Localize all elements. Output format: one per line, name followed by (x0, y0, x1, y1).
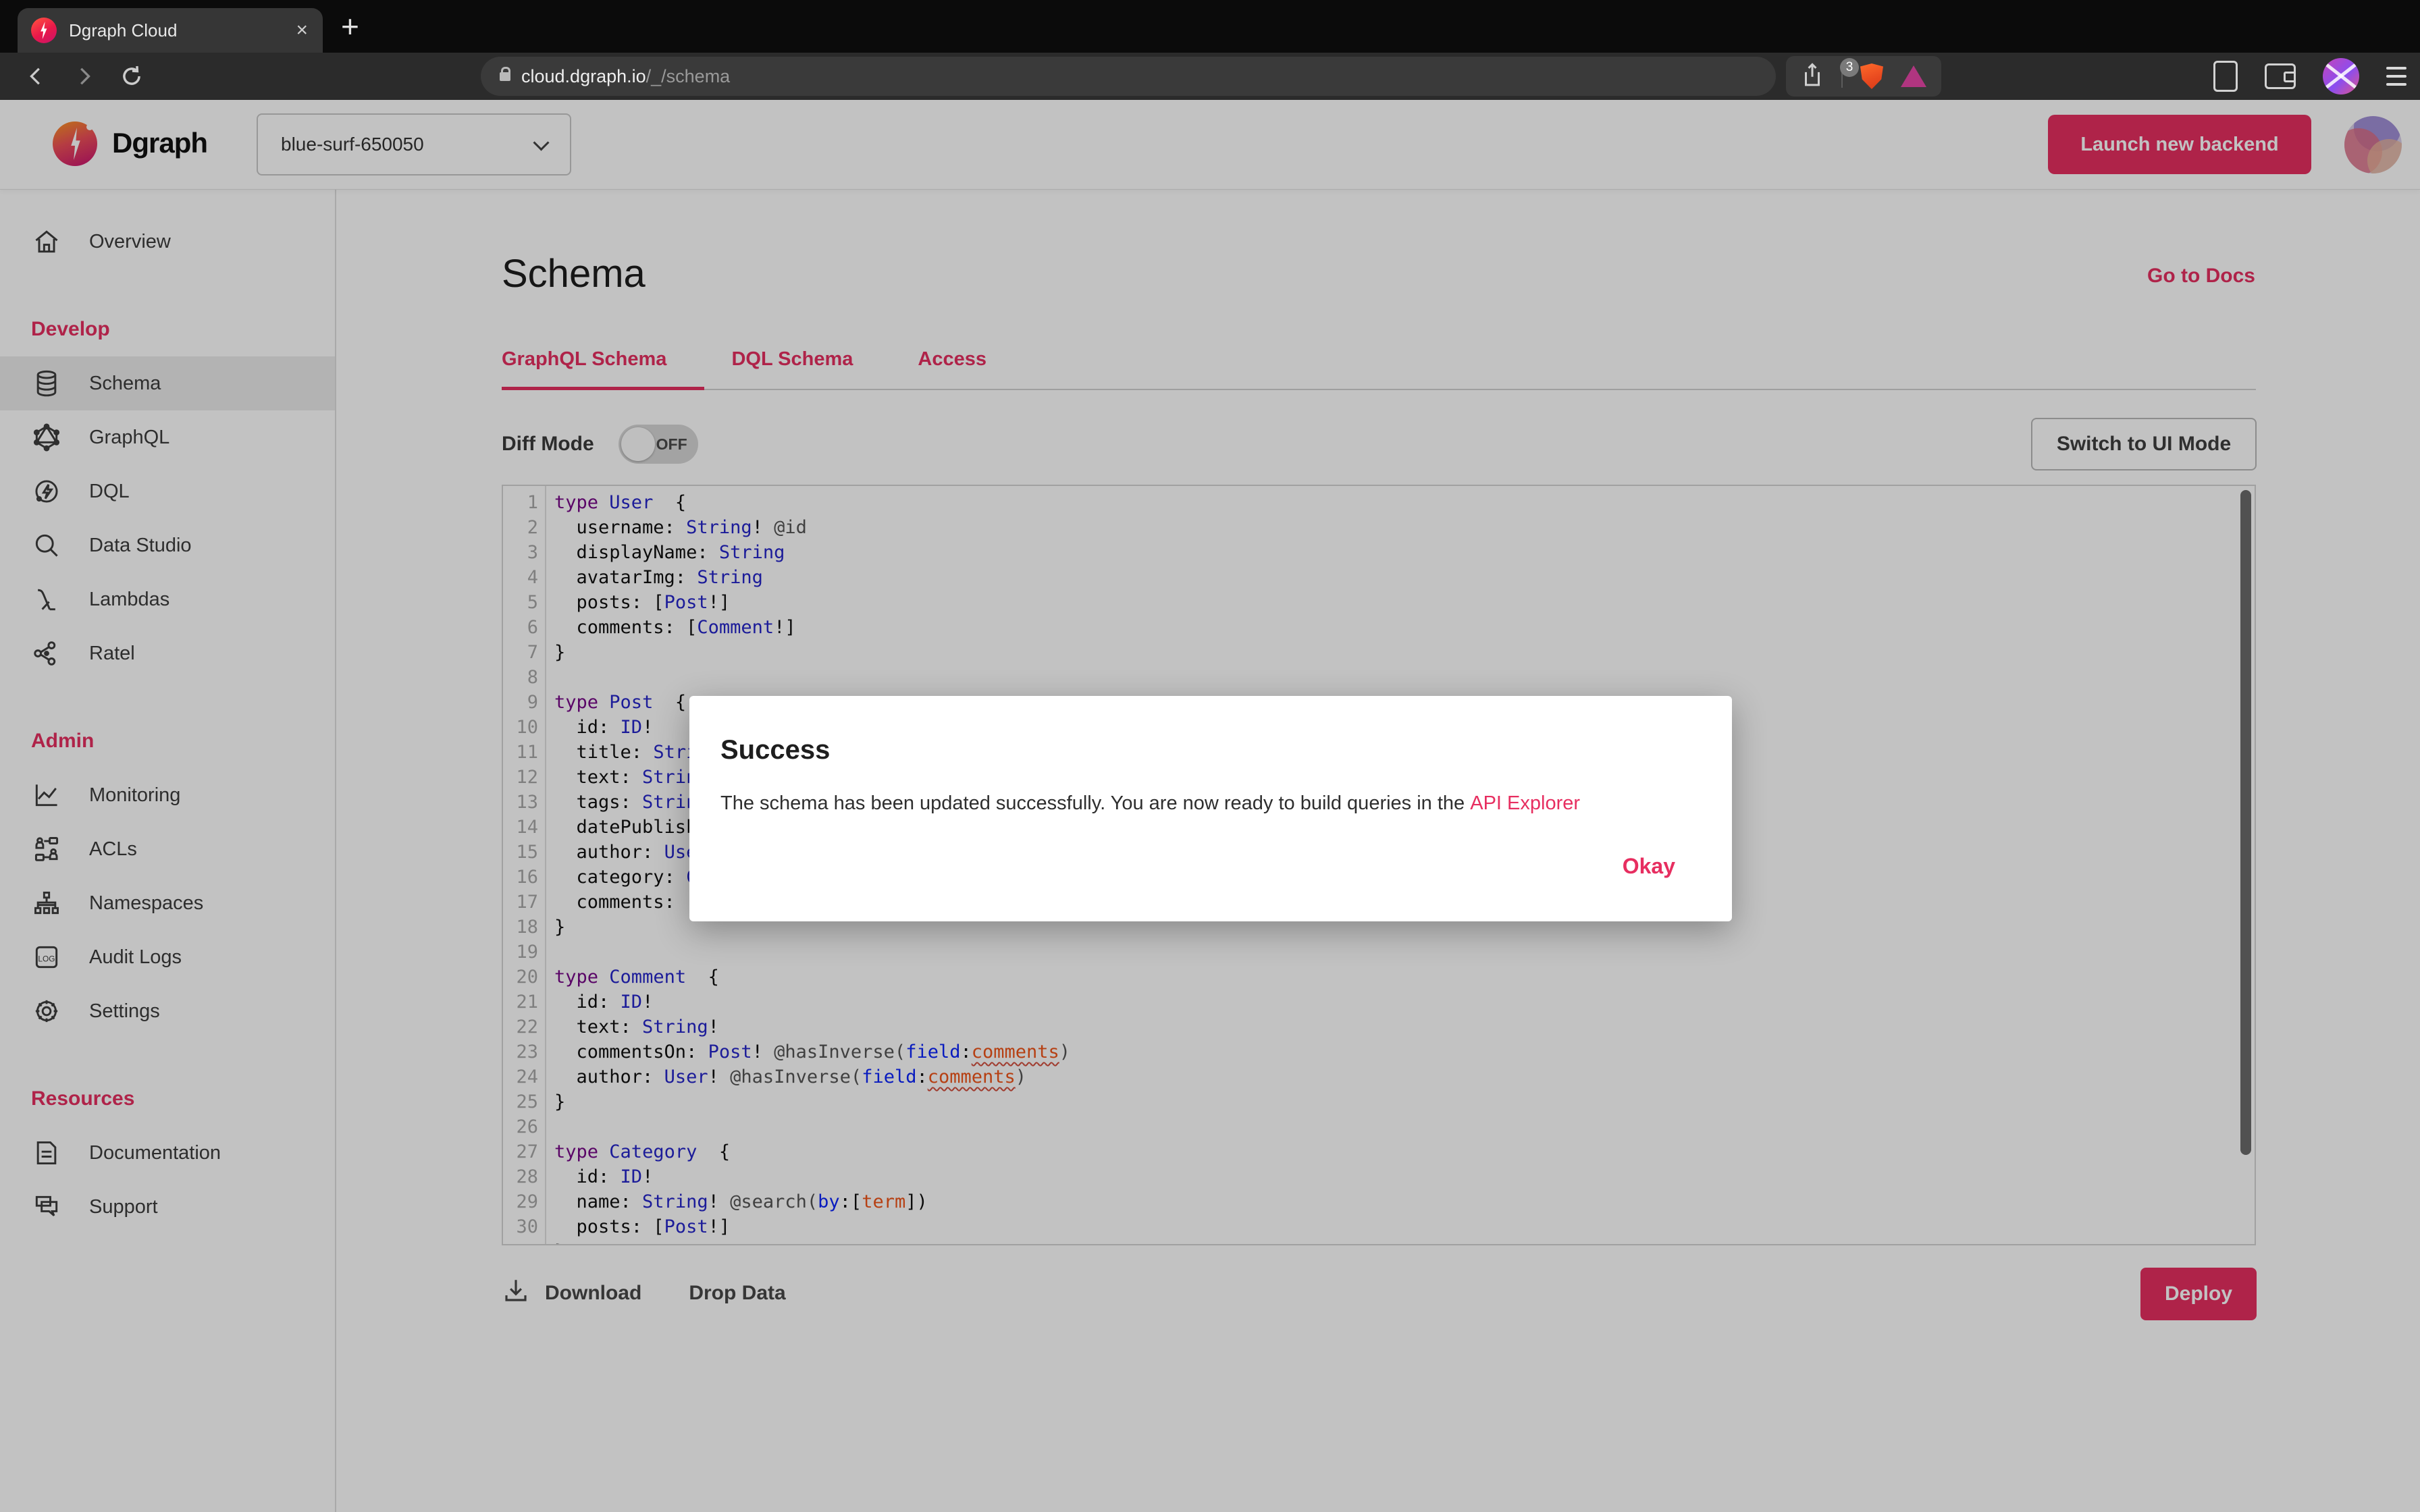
tab-title: Dgraph Cloud (69, 20, 294, 41)
shield-badge: 3 (1840, 58, 1859, 77)
forward-icon[interactable] (72, 64, 96, 88)
browser-tab[interactable]: Dgraph Cloud × (18, 8, 323, 53)
reload-icon[interactable] (119, 63, 144, 89)
browser-profile-avatar[interactable] (2323, 58, 2359, 94)
screen: Dgraph Cloud × + cloud.dgraph.io/_/schem… (0, 0, 2420, 1512)
dgraph-favicon-icon (31, 18, 57, 43)
wallet-icon[interactable] (2265, 63, 2296, 89)
url-host: cloud.dgraph.io (521, 66, 646, 87)
browser-toolbar: cloud.dgraph.io/_/schema 3 (0, 53, 2420, 100)
sidebar-panel-icon[interactable] (2213, 61, 2238, 92)
dgraph-cloud-app: Dgraph blue-surf-650050 Launch new backe… (0, 100, 2420, 1512)
back-icon[interactable] (24, 64, 49, 88)
lock-icon (500, 72, 510, 81)
okay-button[interactable]: Okay (1619, 853, 1679, 880)
modal-body: The schema has been updated successfully… (720, 765, 1701, 815)
new-tab-button[interactable]: + (341, 11, 359, 42)
modal-body-text: The schema has been updated successfully… (720, 792, 1470, 814)
tab-strip: Dgraph Cloud × + (0, 0, 2420, 53)
extensions-cluster (1786, 56, 1941, 97)
url-path: /_/schema (646, 66, 731, 87)
api-explorer-link[interactable]: API Explorer (1470, 792, 1580, 814)
brave-shield-icon[interactable] (1860, 63, 1883, 89)
success-modal: Success The schema has been updated succ… (689, 696, 1732, 921)
tab-close-icon[interactable]: × (294, 20, 309, 40)
share-icon[interactable] (1801, 62, 1824, 91)
modal-title: Success (720, 696, 1701, 765)
browser-chrome: Dgraph Cloud × + cloud.dgraph.io/_/schem… (0, 0, 2420, 100)
menu-icon[interactable] (2386, 67, 2406, 86)
brave-rewards-icon[interactable] (1901, 65, 1926, 87)
url-bar[interactable]: cloud.dgraph.io/_/schema (481, 57, 1776, 96)
